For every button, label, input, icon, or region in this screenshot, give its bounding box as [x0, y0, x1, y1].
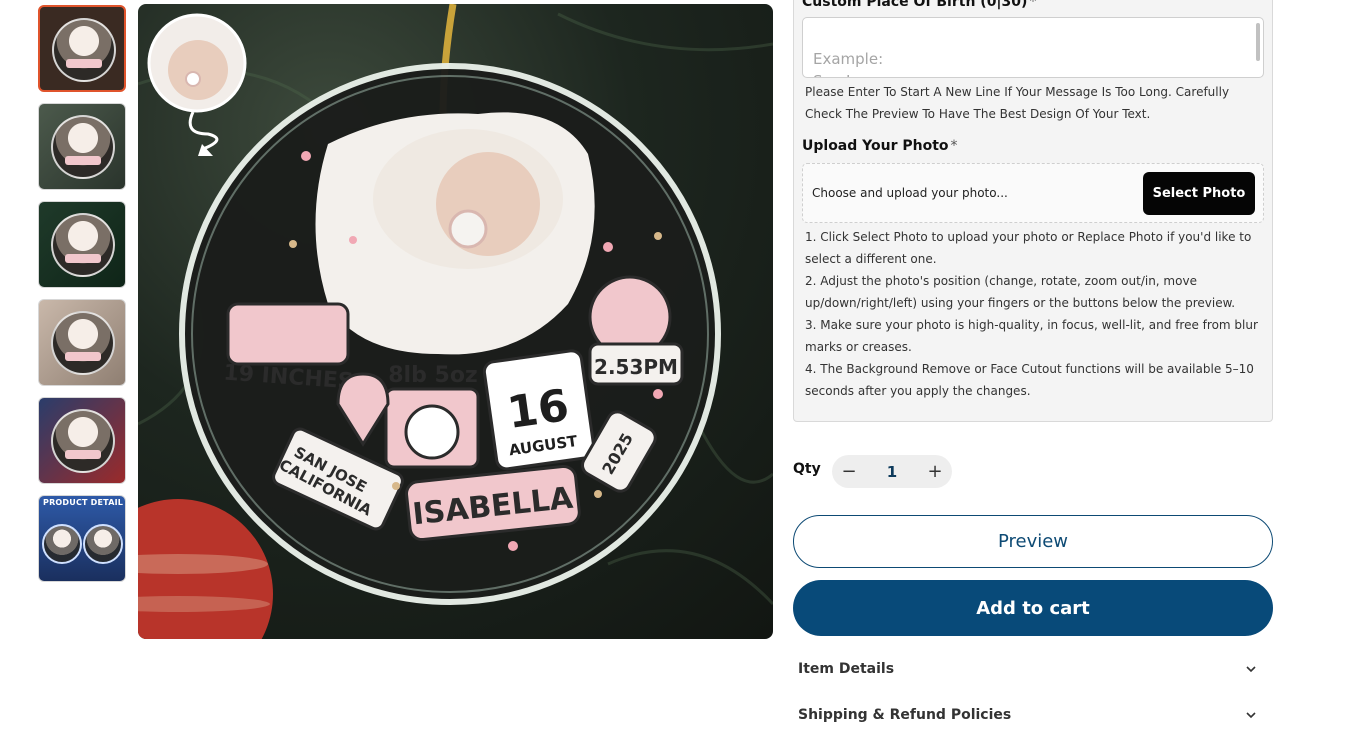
upload-placeholder: Choose and upload your photo... [812, 186, 1008, 200]
qty-label: Qty [793, 461, 821, 477]
main-product-image[interactable]: 19 INCHES 8lb 5oz 16 AUGUST 2.53PM 2025 … [138, 4, 773, 639]
preview-button[interactable]: Preview [793, 515, 1273, 568]
photo-upload-box[interactable]: Choose and upload your photo... Select P… [802, 163, 1264, 223]
thumbnail-1[interactable] [38, 5, 126, 92]
ornament-thumb-image [51, 115, 115, 179]
ornament-thumb-image [51, 409, 115, 473]
upload-instructions: 1. Click Select Photo to upload your pho… [805, 226, 1260, 402]
thumbnail-2[interactable] [38, 103, 126, 190]
qty-increase-button[interactable]: + [924, 461, 946, 483]
place-of-birth-placeholder: Example: San Joe California [813, 50, 884, 77]
quantity-stepper: − 1 + [832, 455, 952, 488]
place-of-birth-label: Custom Place Of Birth (0|30) * [802, 0, 1036, 10]
accordion-title: Item Details [798, 661, 895, 677]
ornament-day-text: 16 [504, 380, 572, 439]
upload-photo-label-text: Upload Your Photo [802, 138, 949, 154]
ornament-thumb-image [51, 213, 115, 277]
ornament-time-text: 2.53PM [594, 355, 678, 379]
qty-value[interactable]: 1 [887, 463, 897, 481]
accordion-shipping-refund[interactable]: Shipping & Refund Policies [798, 700, 1258, 730]
add-to-cart-button[interactable]: Add to cart [793, 580, 1273, 636]
accordion-item-details[interactable]: Item Details [798, 654, 1258, 684]
ornament-weight-text: 8lb 5oz [388, 363, 477, 388]
required-marker: * [1029, 0, 1037, 10]
thumbnail-5[interactable] [38, 397, 126, 484]
select-photo-button[interactable]: Select Photo [1143, 172, 1255, 215]
thumbnail-4[interactable] [38, 299, 126, 386]
ornament-illustration: 19 INCHES 8lb 5oz 16 AUGUST 2.53PM 2025 … [138, 4, 773, 639]
chevron-down-icon [1244, 708, 1258, 722]
instruction-item: 2. Adjust the photo's position (change, … [805, 274, 1236, 310]
ornament-thumb-image [52, 18, 116, 82]
thumbnail-3[interactable] [38, 201, 126, 288]
chevron-down-icon [1244, 662, 1258, 676]
ornament-thumb-image [51, 311, 115, 375]
ornament-thumb-right [83, 524, 123, 564]
thumbnail-list: PRODUCT DETAIL [38, 5, 126, 593]
instruction-item: 1. Click Select Photo to upload your pho… [805, 230, 1252, 266]
upload-photo-label: Upload Your Photo * [802, 138, 958, 154]
place-of-birth-label-text: Custom Place Of Birth (0|30) [802, 0, 1028, 10]
product-detail-label: PRODUCT DETAIL [43, 498, 124, 507]
accordion-title: Shipping & Refund Policies [798, 707, 1012, 723]
place-of-birth-hint: Please Enter To Start A New Line If Your… [805, 85, 1230, 121]
ornament-thumb-left [42, 524, 82, 564]
place-of-birth-input[interactable]: Example: San Joe California [802, 17, 1264, 78]
qty-decrease-button[interactable]: − [838, 461, 860, 483]
instruction-item: 3. Make sure your photo is high-quality,… [805, 318, 1258, 354]
thumbnail-6[interactable]: PRODUCT DETAIL [38, 495, 126, 582]
instruction-item: 4. The Background Remove or Face Cutout … [805, 362, 1254, 398]
required-marker: * [950, 138, 958, 154]
textarea-scrollbar[interactable] [1256, 23, 1260, 61]
